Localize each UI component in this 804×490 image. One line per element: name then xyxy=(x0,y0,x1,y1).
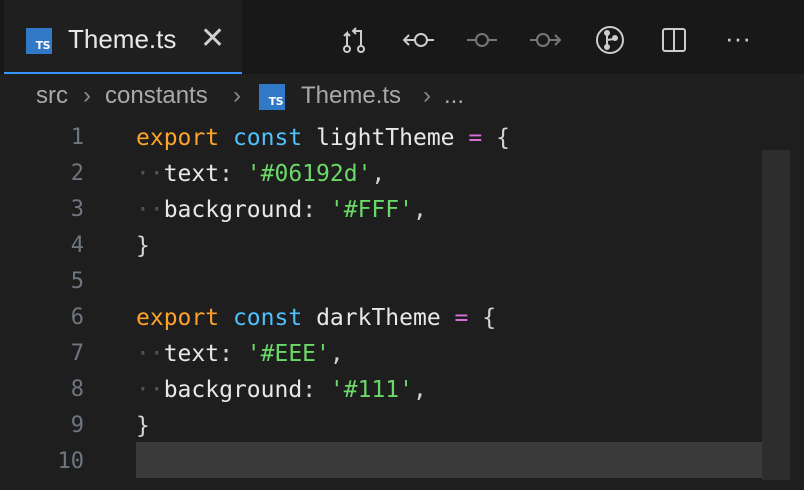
code-token: '#FFF' xyxy=(329,197,413,223)
go-back-icon[interactable] xyxy=(400,22,436,58)
go-forward-icon[interactable] xyxy=(528,22,564,58)
line-number: 9 xyxy=(70,413,84,438)
line-number: 10 xyxy=(57,449,85,474)
code-token: : xyxy=(302,377,330,403)
chevron-right-icon: › xyxy=(233,82,241,109)
line-number: 4 xyxy=(70,233,84,258)
code-line[interactable]: ··background: '#FFF', xyxy=(136,192,427,228)
code-token: : xyxy=(219,161,247,187)
commit-icon[interactable] xyxy=(464,22,500,58)
code-token: text xyxy=(163,341,220,367)
code-line[interactable]: export const darkTheme = { xyxy=(136,300,496,336)
code-line[interactable]: ··background: '#111', xyxy=(136,372,427,408)
split-editor-icon[interactable] xyxy=(656,22,692,58)
breadcrumb: src › constants › TS Theme.ts › ... xyxy=(0,74,804,120)
tab-theme-ts[interactable]: TS Theme.ts ✕ xyxy=(4,0,242,74)
code-token: = xyxy=(454,305,469,331)
code-token: darkTheme xyxy=(316,305,441,331)
line-number: 6 xyxy=(70,305,84,330)
code-editor[interactable]: 1 2 3 4 5 6 7 8 9 10 export const lightTheme = {·… xyxy=(0,120,804,490)
code-line[interactable]: } xyxy=(136,408,150,444)
close-icon[interactable]: ✕ xyxy=(200,24,225,54)
code-token: : xyxy=(302,197,330,223)
code-token: lightTheme xyxy=(316,125,455,151)
code-token: , xyxy=(329,341,344,367)
code-token: ·· xyxy=(136,197,164,223)
code-token: , xyxy=(412,197,427,223)
code-token: , xyxy=(371,161,386,187)
line-number: 8 xyxy=(70,377,84,402)
more-actions-icon[interactable]: ··· xyxy=(720,20,756,56)
breadcrumb-item-file[interactable]: Theme.ts xyxy=(301,82,401,110)
breadcrumb-item-symbols[interactable]: ... xyxy=(444,82,464,110)
code-line[interactable]: ··text: '#EEE', xyxy=(136,336,344,372)
breadcrumb-item-src[interactable]: src xyxy=(36,82,68,110)
code-token: '#EEE' xyxy=(246,341,330,367)
code-token: background xyxy=(163,377,303,403)
code-token: ·· xyxy=(136,341,164,367)
code-token: background xyxy=(163,197,303,223)
code-token: } xyxy=(136,413,150,439)
code-token: , xyxy=(412,377,427,403)
git-graph-icon[interactable] xyxy=(592,22,628,58)
vertical-scrollbar[interactable] xyxy=(762,150,790,480)
code-token: = xyxy=(468,125,483,151)
code-token: '#111' xyxy=(329,377,413,403)
code-token: text xyxy=(163,161,220,187)
chevron-right-icon: › xyxy=(423,82,431,109)
code-token: : xyxy=(219,341,247,367)
tab-label: Theme.ts xyxy=(68,24,177,54)
code-token: '#06192d' xyxy=(246,161,372,187)
typescript-file-icon: TS xyxy=(259,84,285,110)
code-token: } xyxy=(136,233,150,259)
chevron-right-icon: › xyxy=(83,82,91,109)
breadcrumb-item-constants[interactable]: constants xyxy=(105,82,208,110)
line-number: 2 xyxy=(70,161,84,186)
tab-bar: TS Theme.ts ✕ ··· xyxy=(0,0,804,74)
current-line-highlight xyxy=(136,442,762,478)
code-token: const xyxy=(232,305,303,331)
code-token: ·· xyxy=(136,161,164,187)
code-token: export xyxy=(136,125,220,151)
line-number: 3 xyxy=(70,197,84,222)
compare-changes-icon[interactable] xyxy=(336,22,372,58)
typescript-file-icon: TS xyxy=(26,28,52,54)
line-number: 1 xyxy=(70,125,84,150)
code-line[interactable]: export const lightTheme = { xyxy=(136,120,510,156)
code-token: { xyxy=(482,125,510,151)
code-line[interactable]: } xyxy=(136,228,150,264)
line-number: 5 xyxy=(70,269,84,294)
code-token: export xyxy=(136,305,220,331)
code-line[interactable]: ··text: '#06192d', xyxy=(136,156,385,192)
code-token: ·· xyxy=(136,377,164,403)
line-number: 7 xyxy=(70,341,84,366)
code-token: const xyxy=(232,125,303,151)
code-token: { xyxy=(468,305,497,331)
